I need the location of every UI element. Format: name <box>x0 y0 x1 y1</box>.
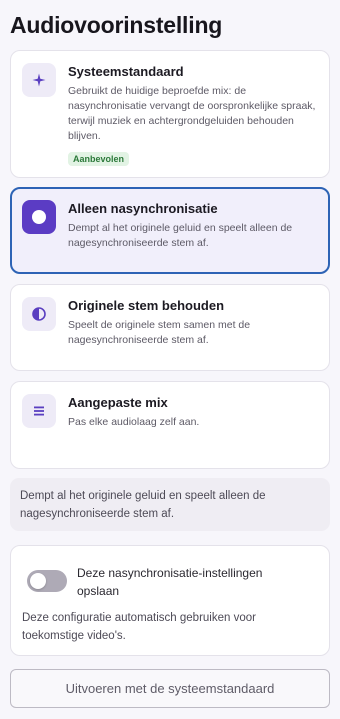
selection-info: Dempt al het originele geluid en speelt … <box>10 478 330 531</box>
option-title: Systeemstandaard <box>68 64 184 79</box>
option-title: Aangepaste mix <box>68 395 168 410</box>
option-systeemstandaard[interactable]: Systeemstandaard Gebruikt de huidige bep… <box>10 50 330 178</box>
save-settings-description: Deze configuratie automatisch gebruiken … <box>22 612 256 642</box>
option-aangepaste-mix[interactable]: Aangepaste mix Pas elke audiolaag zelf a… <box>10 381 330 469</box>
toggle-knob <box>30 573 46 589</box>
page-title: Audiovoorinstelling <box>10 12 223 38</box>
half-circle-icon <box>22 297 56 331</box>
option-description: Gebruikt de huidige beproefde mix: de na… <box>68 85 316 142</box>
option-title: Originele stem behouden <box>68 298 225 313</box>
option-title: Alleen nasynchronisatie <box>68 201 218 216</box>
list-icon <box>22 394 56 428</box>
save-settings-card: Deze nasynchronisatie-instellingen opsla… <box>10 545 330 656</box>
option-description: Dempt al het originele geluid en speelt … <box>68 222 293 249</box>
recommended-badge: Aanbevolen <box>68 152 130 166</box>
option-originele-stem-behouden[interactable]: Originele stem behouden Speelt de origin… <box>10 284 330 371</box>
option-alleen-nasynchronisatie[interactable]: Alleen nasynchronisatie Dempt al het ori… <box>10 187 330 274</box>
sparkle-icon <box>22 63 56 97</box>
option-description: Speelt de originele stem samen met de na… <box>68 319 251 346</box>
option-description: Pas elke audiolaag zelf aan. <box>68 416 200 428</box>
circle-icon <box>22 200 56 234</box>
run-default-button[interactable]: Uitvoeren met de systeemstandaard <box>10 669 330 708</box>
save-settings-toggle[interactable] <box>27 570 67 592</box>
save-settings-label: Deze nasynchronisatie-instellingen opsla… <box>77 566 263 598</box>
